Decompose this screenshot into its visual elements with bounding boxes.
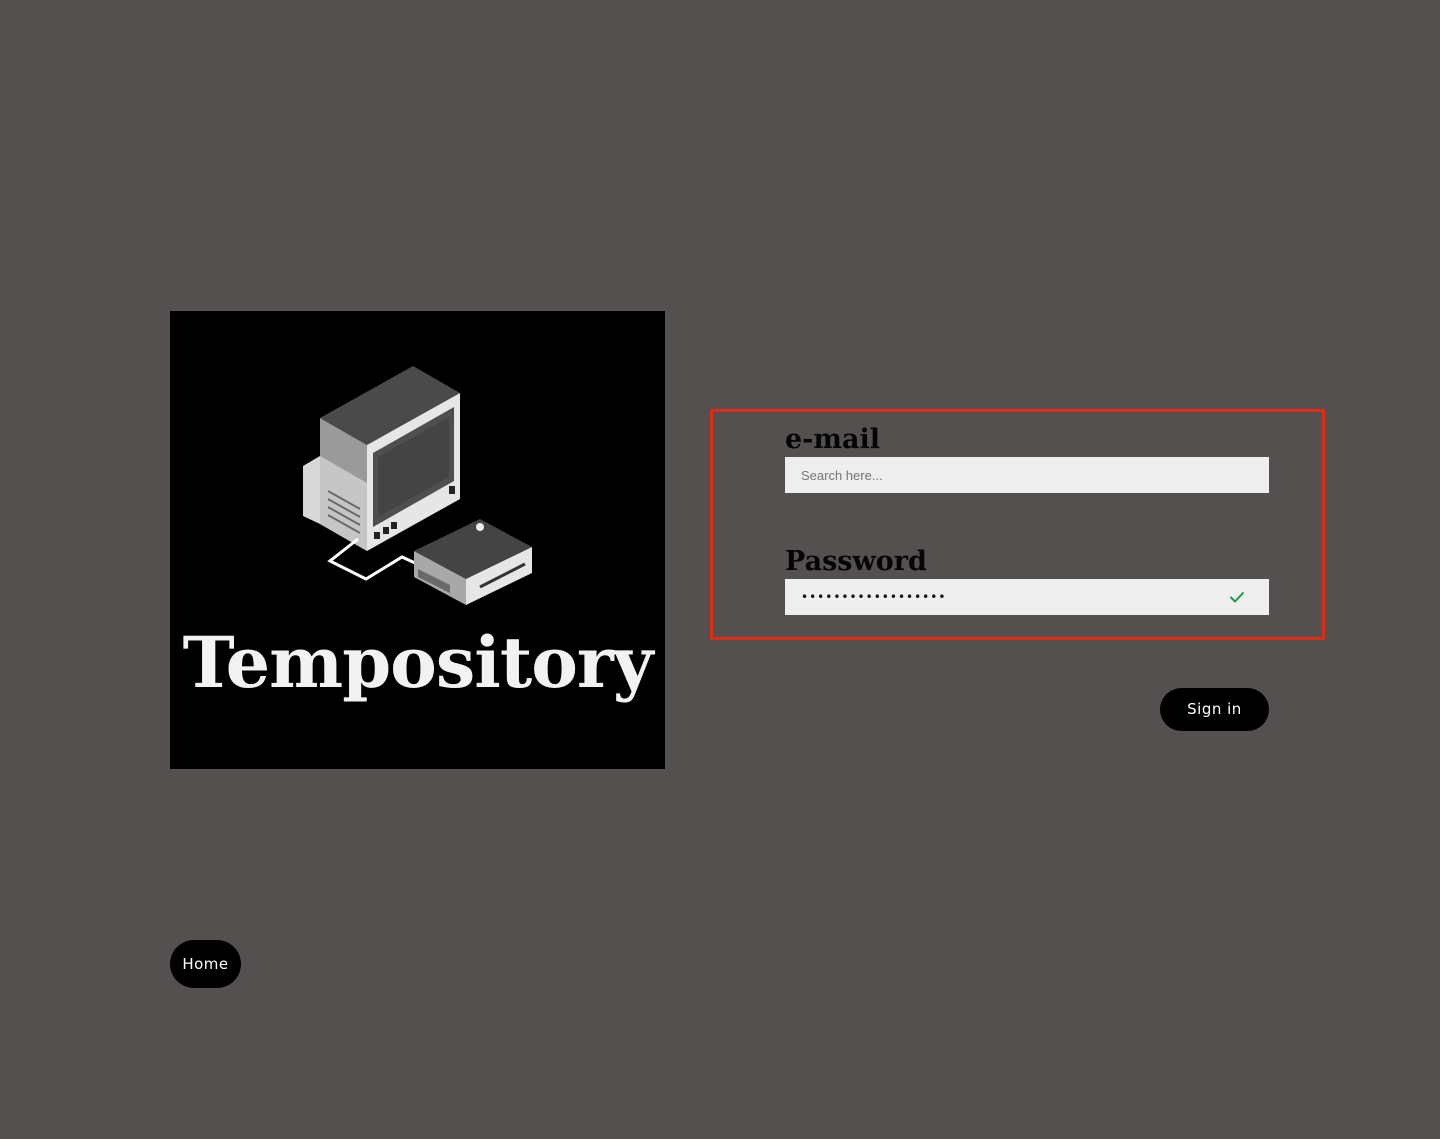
check-icon	[1230, 592, 1244, 603]
email-field[interactable]	[785, 457, 1269, 493]
retro-computer-icon	[303, 366, 532, 605]
email-label: e-mail	[785, 424, 880, 455]
logo-panel: Tempository	[170, 311, 665, 769]
password-value: ••••••••••••••••••	[801, 590, 947, 604]
sign-in-button[interactable]: Sign in	[1160, 688, 1269, 731]
home-button[interactable]: Home	[170, 940, 241, 988]
brand-name: Tempository	[182, 621, 654, 704]
password-field[interactable]: ••••••••••••••••••	[785, 579, 1269, 615]
email-field-container	[785, 457, 1269, 493]
password-label: Password	[785, 546, 927, 577]
